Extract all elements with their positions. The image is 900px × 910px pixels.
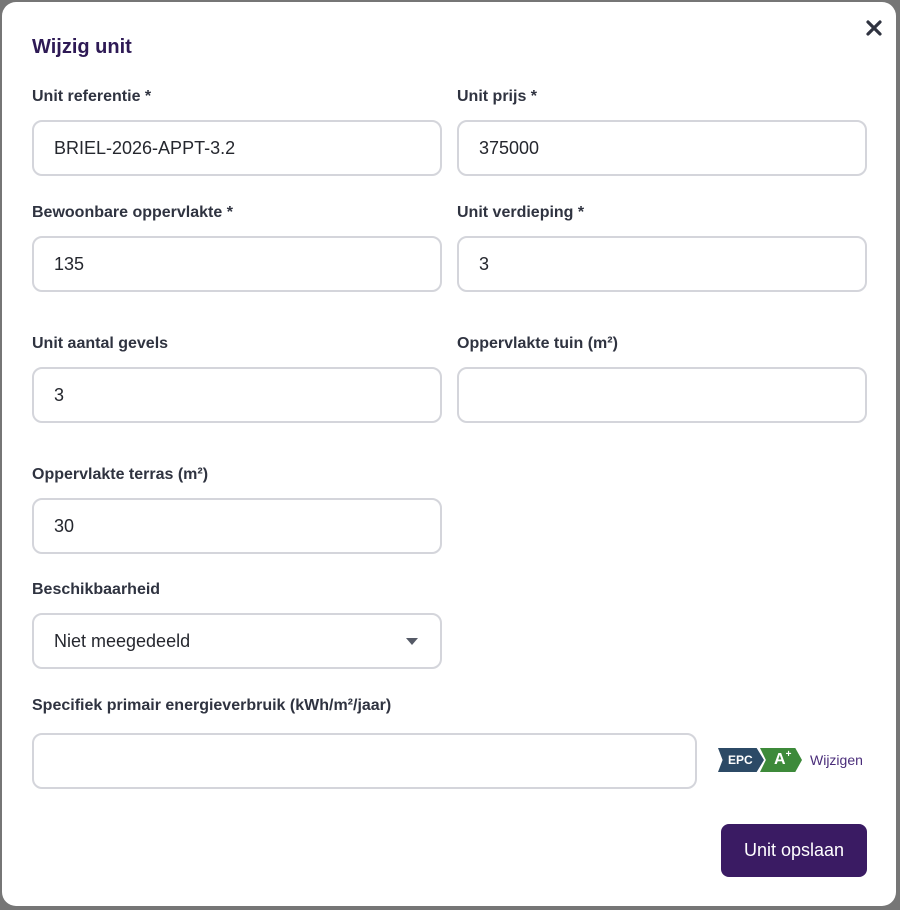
- close-icon: [866, 20, 882, 36]
- living-area-label: Bewoonbare oppervlakte *: [32, 204, 233, 221]
- terrace-area-input[interactable]: [32, 498, 442, 554]
- energy-use-label: Specifiek primair energieverbruik (kWh/m…: [32, 697, 392, 714]
- garden-area-input[interactable]: [457, 367, 867, 423]
- availability-selected-value: Niet meegedeeld: [54, 630, 191, 651]
- field-availability: Beschikbaarheid Niet meegedeeld: [32, 579, 442, 675]
- field-garden-area: Oppervlakte tuin (m²): [457, 333, 867, 429]
- close-button[interactable]: [862, 16, 886, 40]
- field-unit-price: Unit prijs *: [457, 86, 867, 182]
- terrace-area-label: Oppervlakte terras (m²): [32, 466, 209, 483]
- field-unit-floor: Unit verdieping *: [457, 202, 867, 298]
- epc-rating: A+: [760, 748, 802, 772]
- availability-select[interactable]: Niet meegedeeld: [32, 613, 442, 669]
- unit-price-input[interactable]: [457, 120, 867, 176]
- availability-label: Beschikbaarheid: [32, 581, 161, 598]
- field-facades: Unit aantal gevels: [32, 333, 442, 429]
- facades-label: Unit aantal gevels: [32, 335, 169, 352]
- edit-unit-modal: Wijzig unit Unit referentie * Unit prijs…: [2, 2, 896, 906]
- unit-floor-input[interactable]: [457, 236, 867, 292]
- living-area-input[interactable]: [32, 236, 442, 292]
- unit-floor-label: Unit verdieping *: [457, 204, 585, 221]
- epc-badge-label: EPC: [718, 748, 764, 772]
- unit-price-label: Unit prijs *: [457, 88, 538, 105]
- unit-reference-label: Unit referentie *: [32, 88, 152, 105]
- epc-badge: EPC A+: [718, 746, 802, 774]
- epc-change-link[interactable]: Wijzigen: [810, 752, 863, 768]
- epc-rating-suffix: +: [785, 749, 792, 760]
- chevron-down-icon: [406, 637, 418, 645]
- modal-title: Wijzig unit: [32, 36, 132, 58]
- save-unit-button[interactable]: Unit opslaan: [721, 824, 867, 877]
- unit-reference-input[interactable]: [32, 120, 442, 176]
- field-living-area: Bewoonbare oppervlakte *: [32, 202, 442, 298]
- field-terrace-area: Oppervlakte terras (m²): [32, 464, 442, 560]
- field-unit-reference: Unit referentie *: [32, 86, 442, 182]
- energy-use-input[interactable]: [32, 733, 697, 789]
- field-energy-use: Specifiek primair energieverbruik (kWh/m…: [32, 695, 697, 793]
- facades-input[interactable]: [32, 367, 442, 423]
- epc-rating-letter: A: [774, 751, 786, 768]
- garden-area-label: Oppervlakte tuin (m²): [457, 335, 618, 352]
